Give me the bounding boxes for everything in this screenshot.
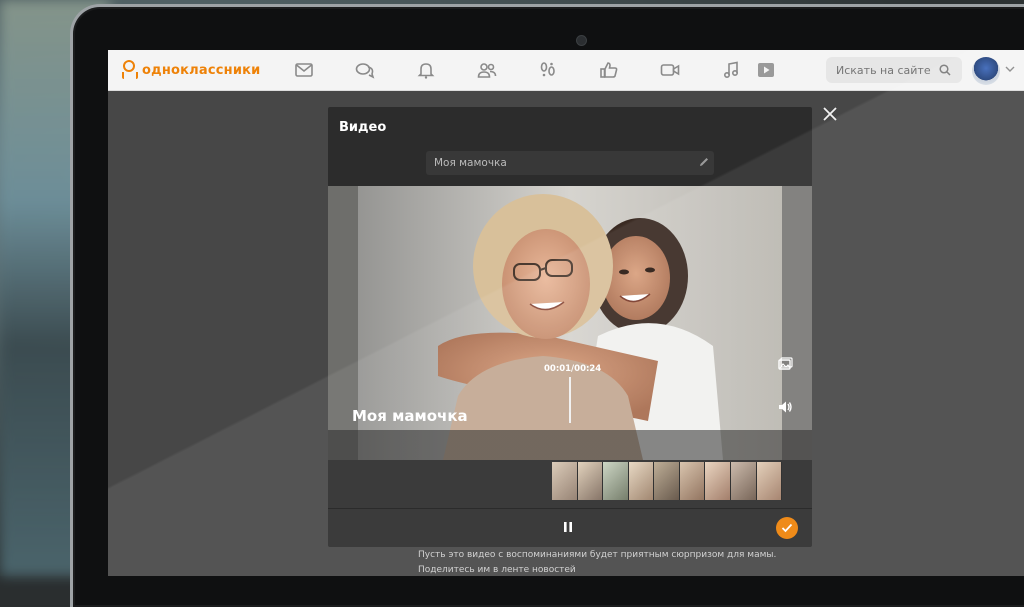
close-icon[interactable] <box>822 106 838 122</box>
filmstrip-frame[interactable] <box>654 462 680 500</box>
checkmark-icon <box>781 523 793 533</box>
timecode: 00:01/00:24 <box>544 364 602 374</box>
filmstrip-frame[interactable] <box>552 462 578 500</box>
pencil-icon[interactable] <box>698 156 710 168</box>
avatar[interactable] <box>972 57 1000 85</box>
mail-icon[interactable] <box>294 61 314 79</box>
video-description: Пусть это видео с воспоминаниями будет п… <box>418 550 777 575</box>
filmstrip[interactable] <box>552 462 783 500</box>
brand-logo[interactable]: одноклассники <box>120 59 261 81</box>
divider <box>328 508 812 509</box>
bell-icon[interactable] <box>416 61 436 79</box>
chat-icon[interactable] <box>355 61 375 79</box>
volume-icon[interactable] <box>777 399 793 415</box>
image-icon[interactable] <box>777 356 793 372</box>
video-icon[interactable] <box>660 61 680 79</box>
webcam-icon <box>576 35 587 46</box>
filmstrip-frame[interactable] <box>628 462 655 500</box>
filmstrip-frame[interactable] <box>577 462 604 500</box>
confirm-button[interactable] <box>776 517 798 539</box>
search-icon[interactable] <box>939 64 951 76</box>
chevron-down-icon[interactable] <box>1005 65 1015 73</box>
filmstrip-frame[interactable] <box>679 462 706 500</box>
filmstrip-frame[interactable] <box>603 462 629 500</box>
friends-icon[interactable] <box>477 61 497 79</box>
filmstrip-frame[interactable] <box>705 462 731 500</box>
likes-icon[interactable] <box>599 61 619 79</box>
playhead[interactable] <box>569 377 571 423</box>
modal-title: Видео <box>339 120 387 135</box>
guests-icon[interactable] <box>538 61 558 79</box>
filmstrip-frame[interactable] <box>730 462 757 500</box>
brand-name: одноклассники <box>142 62 261 78</box>
screen: одноклассники Искать на сайте Видео Моя … <box>108 50 1024 576</box>
ok-logo-icon <box>120 59 138 81</box>
video-caption: Моя мамочка <box>352 407 468 425</box>
music-icon[interactable] <box>721 61 741 79</box>
video-editor-modal: Видео Моя мамочка Моя мамочка 00:01/00:2… <box>328 107 812 547</box>
filmstrip-frame[interactable] <box>756 462 783 500</box>
timeline-bar <box>328 430 812 460</box>
video-title-input[interactable] <box>426 151 714 175</box>
top-navigation: одноклассники <box>108 50 1024 91</box>
video-feed-icon[interactable] <box>756 61 776 79</box>
pause-icon[interactable] <box>561 520 575 534</box>
